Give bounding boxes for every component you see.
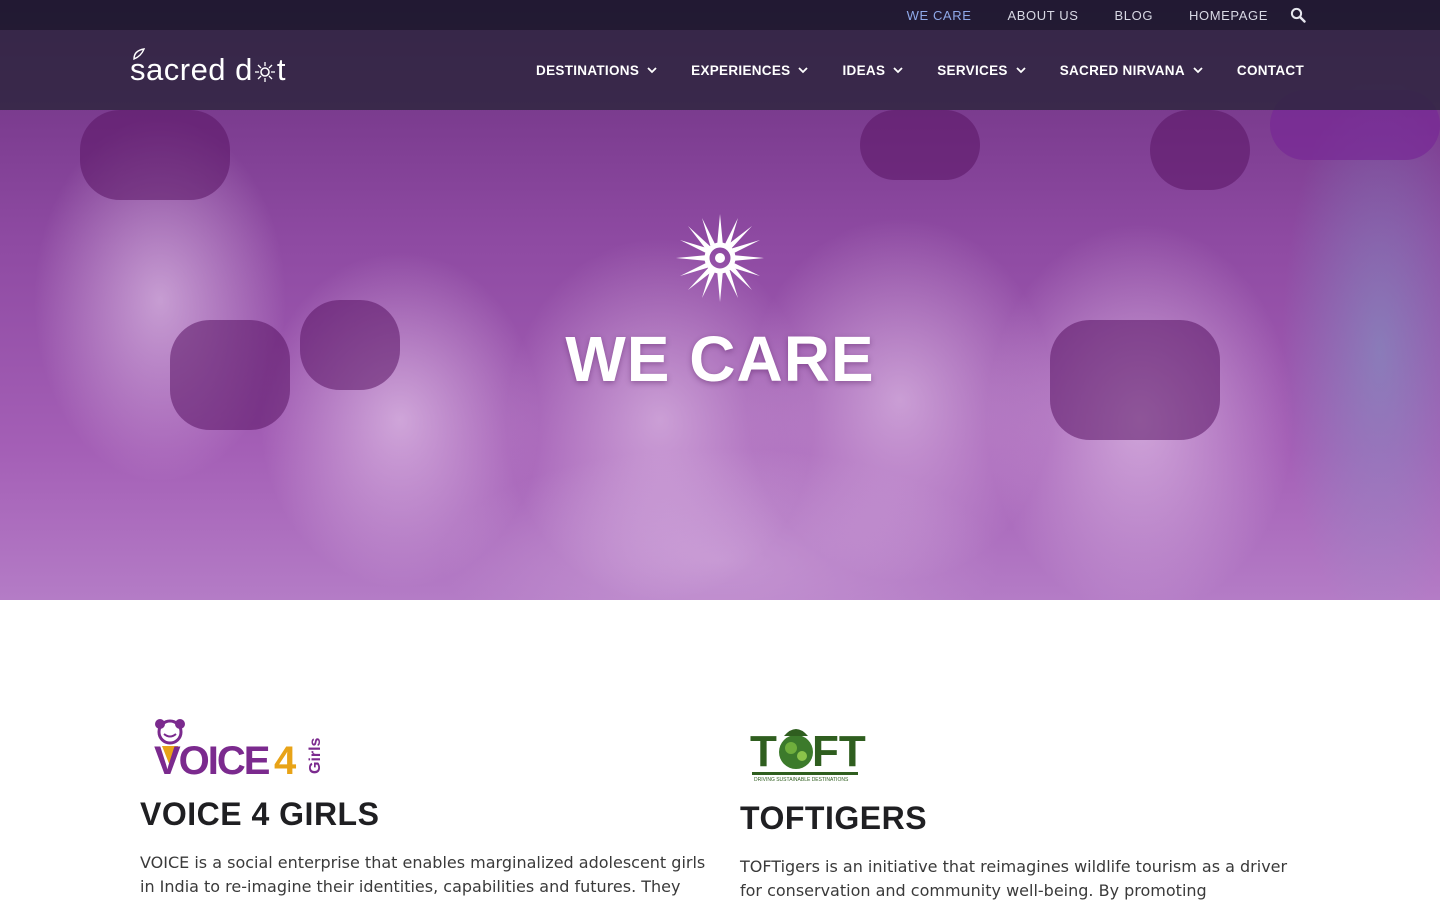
nav-item-destinations[interactable]: DESTINATIONS <box>536 63 657 78</box>
toftigers-logo-image: T FT DRIVING SUSTAINABLE DESTINATIONS <box>750 727 866 782</box>
utility-bar: WE CARE ABOUT US BLOG HOMEPAGE <box>0 0 1440 30</box>
card-title: TOFTIGERS <box>740 800 928 836</box>
nav-item-sacred-nirvana[interactable]: SACRED NIRVANA <box>1060 63 1203 78</box>
sun-emblem-icon <box>676 214 764 302</box>
card-description: TOFTigers is an initiative that reimagin… <box>740 857 1288 900</box>
nav-label: DESTINATIONS <box>536 62 640 78</box>
hero-decor <box>80 110 230 200</box>
primary-menu: DESTINATIONS EXPERIENCES IDEAS SERVICES … <box>536 30 1304 110</box>
utility-link-we-care[interactable]: WE CARE <box>907 8 972 23</box>
logo-subtext: Girls <box>307 737 324 774</box>
hero-decor <box>1150 110 1250 190</box>
leaf-icon <box>133 48 146 60</box>
logo-text: sacred d t <box>130 52 287 87</box>
partner-card-voice4girls: VOICE 4 Girls VOICE 4 GIRLS VOICE is a s… <box>140 700 710 899</box>
main-navigation: sacred d t DESTINATIONS EXPERIENCES IDEA… <box>0 30 1440 110</box>
card-description: VOICE is a social enterprise that enable… <box>140 853 706 896</box>
nav-label: IDEAS <box>842 62 886 78</box>
brand-logo[interactable]: sacred d t <box>130 48 287 90</box>
utility-link-about-us[interactable]: ABOUT US <box>1007 8 1078 23</box>
toftigers-logo[interactable]: T FT DRIVING SUSTAINABLE DESTINATIONS <box>740 700 1310 790</box>
voice4girls-logo-image: VOICE 4 Girls <box>154 719 324 782</box>
hero-decor <box>860 110 980 180</box>
hero-banner: WE CARE ABOUT US BLOG HOMEPAGE sacred d <box>0 0 1440 600</box>
card-title: VOICE 4 GIRLS <box>140 796 380 832</box>
logo-tagline: DRIVING SUSTAINABLE DESTINATIONS <box>754 777 849 782</box>
chevron-down-icon <box>1016 66 1026 73</box>
nav-label: SACRED NIRVANA <box>1059 62 1185 78</box>
nav-label: CONTACT <box>1236 62 1304 78</box>
chevron-down-icon <box>893 66 903 73</box>
search-icon[interactable] <box>1290 7 1306 23</box>
sun-logo-icon <box>254 61 275 82</box>
voice4girls-logo[interactable]: VOICE 4 Girls <box>140 700 710 790</box>
nav-item-services[interactable]: SERVICES <box>937 62 1026 78</box>
utility-link-blog[interactable]: BLOG <box>1115 8 1154 23</box>
nav-label: SERVICES <box>937 62 1008 78</box>
nav-item-ideas[interactable]: IDEAS <box>842 63 903 78</box>
logo-letters-ft: FT <box>812 727 866 776</box>
logo-letter-t: T <box>750 727 777 776</box>
nav-item-contact[interactable]: CONTACT <box>1237 63 1304 78</box>
utility-link-homepage[interactable]: HOMEPAGE <box>1189 8 1268 23</box>
nav-item-experiences[interactable]: EXPERIENCES <box>691 62 809 78</box>
chevron-down-icon <box>798 66 809 73</box>
partner-card-toftigers: T FT DRIVING SUSTAINABLE DESTINATIONS TO… <box>740 700 1310 900</box>
logo-text: VOICE <box>154 739 270 782</box>
page-title: WE CARE <box>565 323 875 395</box>
logo-number: 4 <box>274 739 297 782</box>
chevron-down-icon <box>647 66 657 73</box>
nav-label: EXPERIENCES <box>691 62 791 78</box>
chevron-down-icon <box>1193 66 1203 73</box>
utility-links: WE CARE ABOUT US BLOG HOMEPAGE <box>907 0 1320 30</box>
